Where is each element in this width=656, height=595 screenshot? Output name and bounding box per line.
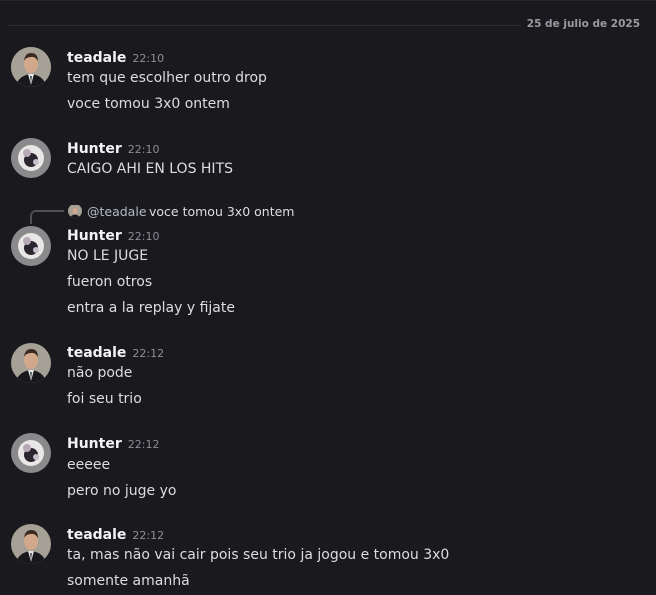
message-text: eeeee [67,457,111,473]
message-text: ta, mas não vai cair pois seu trio ja jo… [67,547,450,563]
message-text: pero no juge yo [67,483,177,499]
message-text: CAIGO AHI EN LOS HITS [67,161,234,177]
avatar-hunter[interactable] [11,226,51,266]
message-author[interactable]: teadale [67,50,126,66]
avatar-teadale[interactable] [11,343,51,383]
message-timestamp: 22:12 [132,529,165,542]
message-text: fueron otros [67,274,153,290]
message-text: NO LE JUGE [67,248,149,264]
avatar-hunter[interactable] [11,138,51,178]
message-author[interactable]: Hunter [67,228,122,244]
message-text: voce tomou 3x0 ontem [67,96,230,112]
message-timestamp: 22:10 [132,52,165,65]
reply-preview-text[interactable]: voce tomou 3x0 ontem [149,204,294,219]
chat-message-list[interactable]: 25 de julio de 2025 teadale 22:10 tem que… [0,0,656,595]
message-timestamp: 22:10 [127,230,160,243]
message-timestamp: 22:12 [132,347,165,360]
reply-avatar [68,204,82,218]
message-author[interactable]: teadale [67,527,126,543]
avatar-teadale[interactable] [11,524,51,564]
reply-spine [30,210,64,224]
message-text: tem que escolher outro drop [67,70,267,86]
message-text: foi seu trio [67,391,142,407]
message-text: não pode [67,365,133,381]
avatar-teadale[interactable] [11,47,51,87]
date-divider-label: 25 de julio de 2025 [520,18,640,30]
message-text: somente amanhã [67,573,190,589]
message-text: entra a la replay y fijate [67,300,235,316]
message-timestamp: 22:10 [127,143,160,156]
avatar-hunter[interactable] [11,433,51,473]
message-author[interactable]: teadale [67,345,126,361]
reply-username[interactable]: @teadale [87,204,147,219]
message-timestamp: 22:12 [127,438,160,451]
message-author[interactable]: Hunter [67,141,122,157]
message-author[interactable]: Hunter [67,436,122,452]
